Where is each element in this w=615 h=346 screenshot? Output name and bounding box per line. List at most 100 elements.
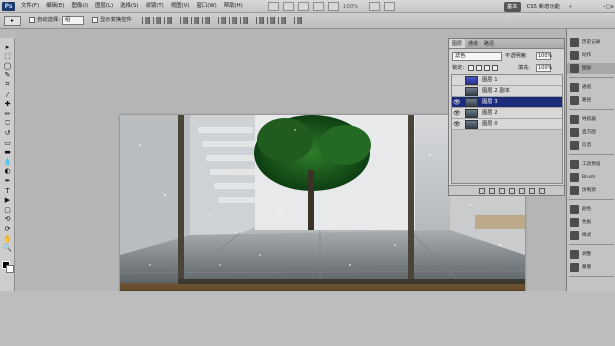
visibility-eye-icon[interactable]: 👁 [453,99,461,106]
opacity-field[interactable]: 100% [536,52,552,60]
fill-field[interactable]: 100% [536,64,552,72]
menu-edit[interactable]: 编辑(E) [45,0,70,13]
dock-item[interactable]: 样式 [567,230,615,241]
distribute-right-icon[interactable] [278,17,286,24]
tab-paths[interactable]: 路径 [481,39,497,48]
align-hcenter-icon[interactable] [191,17,199,24]
menu-filter[interactable]: 滤镜(T) [145,0,170,13]
visibility-eye-icon[interactable] [453,88,460,95]
zoom-level[interactable]: 100% [343,4,365,10]
zoom-tool-icon[interactable] [328,2,339,11]
lock-pixels-icon[interactable] [476,65,482,71]
hand-tool-icon[interactable]: ✋ [2,234,13,243]
distribute-hcenter-icon[interactable] [267,17,275,24]
align-vcenter-icon[interactable] [153,17,161,24]
zoom-tool-icon[interactable]: 🔍 [2,244,13,253]
menu-help[interactable]: 帮助(H) [223,0,249,13]
eraser-tool-icon[interactable]: ▭ [2,138,13,147]
marquee-tool-icon[interactable]: ⬚ [2,52,13,61]
dock-item[interactable]: 动作 [567,50,615,61]
3d-orbit-tool-icon[interactable]: ⟳ [2,224,13,233]
align-top-icon[interactable] [142,17,150,24]
dodge-tool-icon[interactable]: ◐ [2,167,13,176]
align-left-icon[interactable] [180,17,188,24]
menu-view[interactable]: 视图(V) [170,0,196,13]
dock-item[interactable]: 导航器 [567,114,615,125]
distribute-top-icon[interactable] [218,17,226,24]
shape-tool-icon[interactable]: ▢ [2,205,13,214]
layer-row[interactable]: 图层 2 副本 [452,86,562,97]
dock-item[interactable]: 色板 [567,217,615,228]
dock-item[interactable]: 调整 [567,249,615,260]
dock-item[interactable]: Brush [567,172,615,183]
history-brush-tool-icon[interactable]: ↺ [2,128,13,137]
auto-align-icon[interactable] [294,17,302,24]
visibility-eye-icon[interactable]: 👁 [453,110,461,117]
arrange-documents-icon[interactable] [369,2,380,11]
move-tool-icon[interactable]: ▸ [4,16,21,26]
dock-item[interactable]: 信息 [567,140,615,151]
link-layers-icon[interactable] [479,188,485,194]
path-select-tool-icon[interactable]: ▶ [2,196,13,205]
workspace-cs5-new[interactable]: CS5 新增功能 [524,2,563,12]
background-color-swatch[interactable] [6,265,14,273]
dock-item[interactable]: 路径 [567,95,615,106]
menu-image[interactable]: 图像(I) [71,0,95,13]
distribute-vcenter-icon[interactable] [229,17,237,24]
layer-row[interactable]: 👁 图层 2 [452,108,562,119]
brush-tool-icon[interactable]: ✏ [2,109,13,118]
blur-tool-icon[interactable]: 💧 [2,157,13,166]
hand-tool-icon[interactable] [313,2,324,11]
distribute-left-icon[interactable] [256,17,264,24]
delete-layer-icon[interactable] [539,188,545,194]
lasso-tool-icon[interactable]: ◯ [2,61,13,70]
workspace-essentials[interactable]: 基本 [504,1,521,12]
clone-stamp-tool-icon[interactable]: ⎕ [2,119,13,128]
dock-item[interactable]: 通道 [567,82,615,93]
menu-file[interactable]: 文件(F) [20,0,45,13]
blend-mode-dropdown[interactable]: 滤色 [452,52,502,61]
dock-item[interactable]: 蒙版 [567,262,615,273]
lock-position-icon[interactable] [484,65,490,71]
crop-tool-icon[interactable]: ⌗ [2,80,13,89]
pen-tool-icon[interactable]: ✒ [2,176,13,185]
menu-layer[interactable]: 图层(L) [94,0,119,13]
add-mask-icon[interactable] [499,188,505,194]
auto-select-checkbox[interactable] [29,17,35,23]
tab-layers[interactable]: 图层 [449,39,466,48]
menu-window[interactable]: 窗口(W) [195,0,222,13]
menu-select[interactable]: 选择(S) [119,0,144,13]
dock-item[interactable]: 直方图 [567,127,615,138]
distribute-bottom-icon[interactable] [240,17,248,24]
dock-item[interactable]: 工具预设 [567,159,615,170]
healing-tool-icon[interactable]: ✚ [2,100,13,109]
tab-channels[interactable]: 通道 [465,39,481,48]
launch-bridge-icon[interactable] [268,2,279,11]
show-transform-checkbox[interactable] [92,17,98,23]
gradient-tool-icon[interactable]: ▬ [2,148,13,157]
layer-style-icon[interactable] [489,188,495,194]
layer-row[interactable]: 图层 1 [452,75,562,86]
visibility-eye-icon[interactable]: 👁 [453,121,461,128]
launch-mini-bridge-icon[interactable] [283,2,294,11]
align-bottom-icon[interactable] [164,17,172,24]
layer-row[interactable]: 👁 图层 3 [452,97,562,108]
view-extras-icon[interactable] [298,2,309,11]
adjustment-layer-icon[interactable] [509,188,515,194]
3d-rotate-tool-icon[interactable]: ⟲ [2,215,13,224]
auto-select-dropdown[interactable]: 组 [62,16,84,25]
dock-item[interactable]: 历史记录 [567,37,615,48]
window-controls[interactable]: –□x [600,2,615,11]
screen-mode-icon[interactable] [384,2,395,11]
type-tool-icon[interactable]: T [2,186,13,195]
quick-select-tool-icon[interactable]: ✎ [2,71,13,80]
new-group-icon[interactable] [519,188,525,194]
move-tool-icon[interactable]: ▸ [2,42,13,51]
dock-item[interactable]: 颜色 [567,204,615,215]
layer-row[interactable]: 👁 图层 0 [452,119,562,130]
lock-transparency-icon[interactable] [468,65,474,71]
new-layer-icon[interactable] [529,188,535,194]
lock-all-icon[interactable] [492,65,498,71]
workspace-more[interactable]: » [566,2,575,12]
align-right-icon[interactable] [202,17,210,24]
